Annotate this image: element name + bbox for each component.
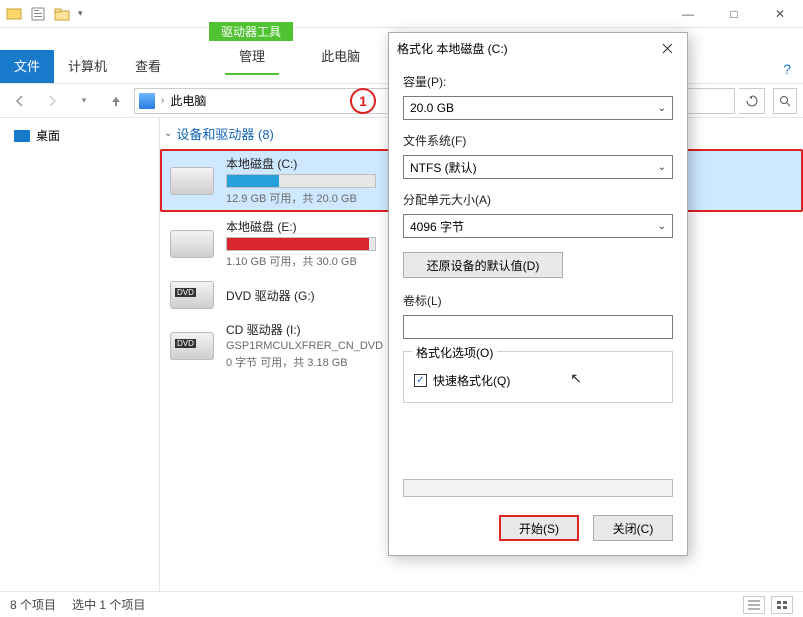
view-details-icon[interactable] bbox=[743, 596, 765, 614]
allocation-value: 4096 字节 bbox=[410, 218, 464, 235]
tab-file[interactable]: 文件 bbox=[0, 50, 54, 83]
quick-access-toolbar: ▾ bbox=[0, 6, 89, 22]
drive-subtext: 1.10 GB 可用，共 30.0 GB bbox=[226, 253, 376, 269]
tab-manage[interactable]: 管理 bbox=[225, 40, 279, 75]
status-item-count: 8 个项目 bbox=[10, 596, 56, 613]
app-icon bbox=[6, 6, 22, 22]
nav-back-icon[interactable] bbox=[6, 88, 34, 114]
filesystem-value: NTFS (默认) bbox=[410, 159, 477, 176]
filesystem-select[interactable]: NTFS (默认) ⌄ bbox=[403, 155, 673, 179]
contextual-tab-drive-tools: 驱动器工具 管理 bbox=[195, 16, 307, 83]
chevron-down-icon: ⌄ bbox=[164, 128, 172, 139]
volume-label-input[interactable] bbox=[403, 315, 673, 339]
chevron-down-icon: ⌄ bbox=[658, 162, 666, 173]
start-button[interactable]: 开始(S) bbox=[499, 515, 579, 541]
cursor-icon: ↖ bbox=[570, 370, 582, 387]
nav-up-icon[interactable] bbox=[102, 88, 130, 114]
dialog-close-icon[interactable] bbox=[655, 36, 679, 60]
minimize-button[interactable]: — bbox=[665, 0, 711, 28]
usage-bar bbox=[226, 237, 376, 251]
drive-subtext: 12.9 GB 可用，共 20.0 GB bbox=[226, 190, 376, 206]
drive-name: 本地磁盘 (C:) bbox=[226, 155, 376, 172]
allocation-select[interactable]: 4096 字节 ⌄ bbox=[403, 214, 673, 238]
navigation-pane: 桌面 bbox=[0, 118, 160, 591]
nav-forward-icon[interactable] bbox=[38, 88, 66, 114]
ribbon-help-icon[interactable]: ? bbox=[771, 55, 803, 83]
drive-tools-label: 驱动器工具 bbox=[209, 22, 293, 41]
drive-subtext: 0 字节 可用，共 3.18 GB bbox=[226, 354, 383, 370]
status-selected-count: 选中 1 个项目 bbox=[72, 596, 145, 613]
usage-bar bbox=[226, 174, 376, 188]
drive-name: DVD 驱动器 (G:) bbox=[226, 287, 315, 304]
allocation-label: 分配单元大小(A) bbox=[403, 191, 673, 208]
chevron-down-icon: ⌄ bbox=[658, 103, 666, 114]
quick-format-checkbox-row[interactable]: ✓ 快速格式化(Q) bbox=[414, 372, 662, 389]
format-progress-bar bbox=[403, 479, 673, 497]
quick-format-label: 快速格式化(Q) bbox=[433, 372, 510, 389]
format-dialog: 格式化 本地磁盘 (C:) 容量(P): 20.0 GB ⌄ 文件系统(F) N… bbox=[388, 32, 688, 556]
sidebar-item-desktop[interactable]: 桌面 bbox=[0, 124, 159, 147]
capacity-select[interactable]: 20.0 GB ⌄ bbox=[403, 96, 673, 120]
hdd-icon bbox=[170, 230, 214, 258]
properties-icon[interactable] bbox=[30, 6, 46, 22]
nav-recent-dropdown-icon[interactable]: ▾ bbox=[70, 88, 98, 114]
window-title: 此电脑 bbox=[321, 46, 360, 65]
capacity-label: 容量(P): bbox=[403, 73, 673, 90]
volume-label-label: 卷标(L) bbox=[403, 292, 673, 309]
desktop-icon bbox=[14, 130, 30, 142]
tab-computer[interactable]: 计算机 bbox=[54, 50, 121, 83]
annotation-callout-1: 1 bbox=[350, 88, 376, 114]
view-large-icons-icon[interactable] bbox=[771, 596, 793, 614]
restore-defaults-button[interactable]: 还原设备的默认值(D) bbox=[403, 252, 563, 278]
dvd-icon bbox=[170, 281, 214, 309]
hdd-icon bbox=[170, 167, 214, 195]
tab-view[interactable]: 查看 bbox=[121, 50, 175, 83]
status-bar: 8 个项目 选中 1 个项目 bbox=[0, 591, 803, 617]
drive-name: 本地磁盘 (E:) bbox=[226, 218, 376, 235]
group-header-label: 设备和驱动器 (8) bbox=[176, 124, 274, 143]
format-options-group: 格式化选项(O) ✓ 快速格式化(Q) ↖ bbox=[403, 351, 673, 403]
dialog-titlebar[interactable]: 格式化 本地磁盘 (C:) bbox=[389, 33, 687, 63]
format-options-legend: 格式化选项(O) bbox=[412, 344, 497, 361]
maximize-button[interactable]: □ bbox=[711, 0, 757, 28]
qat-dropdown-icon[interactable]: ▾ bbox=[78, 8, 83, 19]
quick-format-checkbox[interactable]: ✓ bbox=[414, 374, 427, 387]
chevron-down-icon: ⌄ bbox=[658, 221, 666, 232]
sidebar-item-label: 桌面 bbox=[36, 127, 60, 144]
search-icon[interactable] bbox=[773, 88, 797, 114]
new-folder-icon[interactable] bbox=[54, 6, 70, 22]
cd-icon bbox=[170, 332, 214, 360]
drive-volume-label: GSP1RMCULXFRER_CN_DVD bbox=[226, 340, 383, 352]
drive-name: CD 驱动器 (I:) bbox=[226, 321, 383, 338]
filesystem-label: 文件系统(F) bbox=[403, 132, 673, 149]
refresh-icon[interactable] bbox=[739, 88, 765, 114]
dialog-title: 格式化 本地磁盘 (C:) bbox=[397, 40, 508, 57]
close-button[interactable]: 关闭(C) bbox=[593, 515, 673, 541]
this-pc-icon bbox=[139, 93, 155, 109]
capacity-value: 20.0 GB bbox=[410, 101, 454, 115]
breadcrumb-location[interactable]: 此电脑 bbox=[170, 92, 206, 109]
close-button[interactable]: ✕ bbox=[757, 0, 803, 28]
title-bar: ▾ — □ ✕ bbox=[0, 0, 803, 28]
breadcrumb-sep-icon: › bbox=[161, 95, 164, 106]
window-controls: — □ ✕ bbox=[665, 0, 803, 28]
